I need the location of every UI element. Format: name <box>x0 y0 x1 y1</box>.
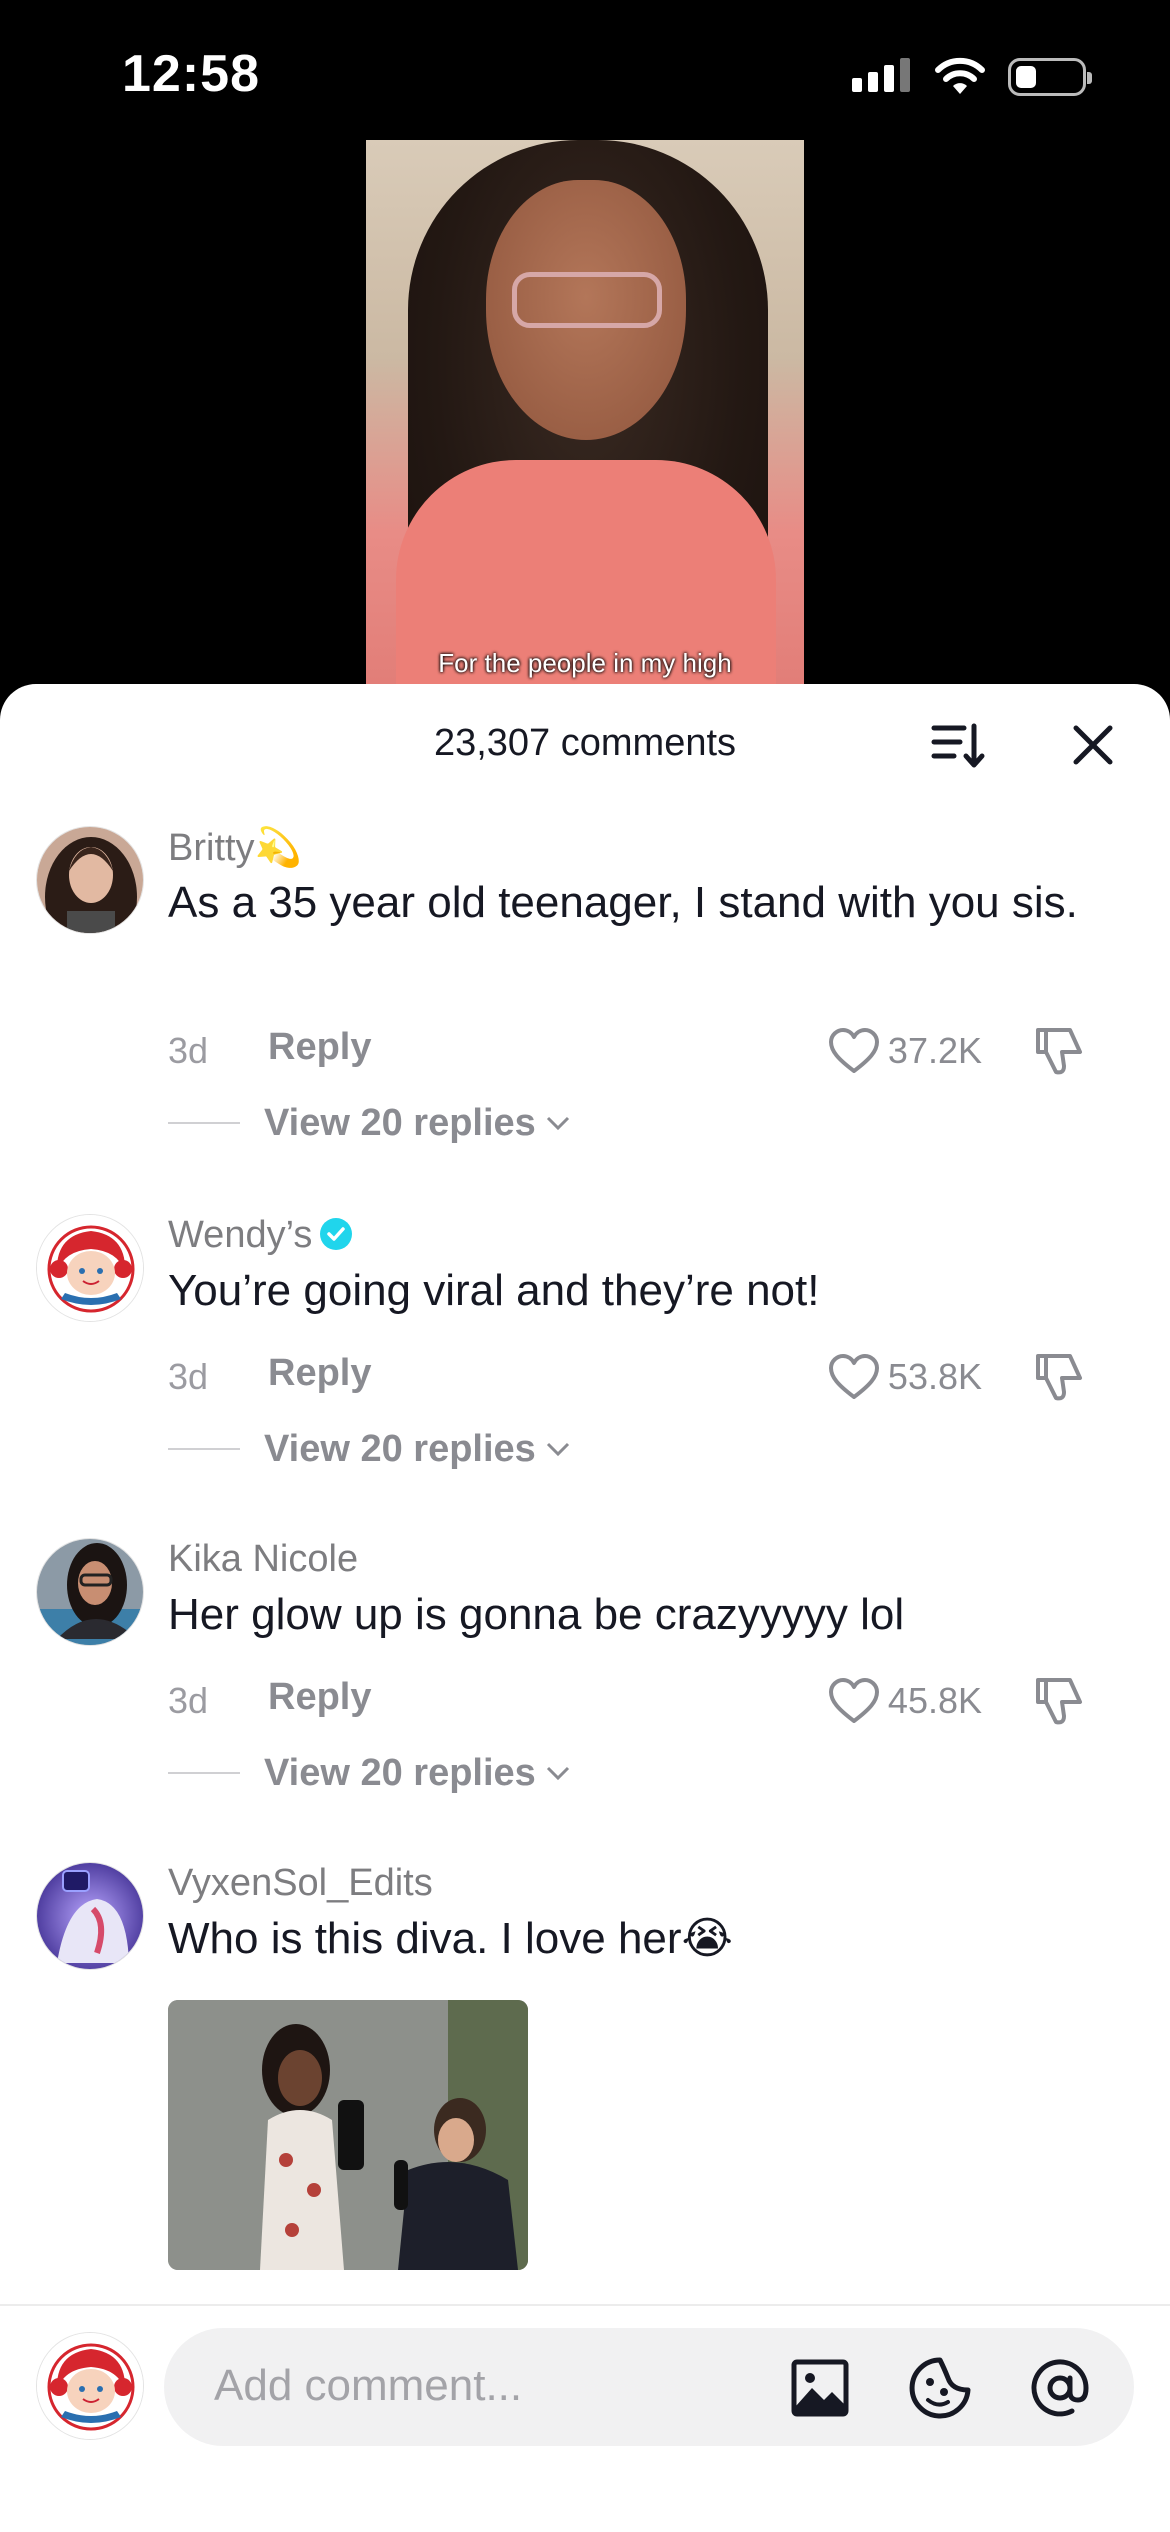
reply-button[interactable]: Reply <box>268 1352 371 1395</box>
battery-icon <box>1008 58 1092 96</box>
avatar[interactable] <box>36 826 144 934</box>
like-count: 45.8K <box>887 1680 982 1721</box>
chevron-down-icon <box>546 1766 569 1781</box>
view-replies-button[interactable]: View 20 replies <box>168 1098 572 1148</box>
close-icon[interactable] <box>1068 720 1118 770</box>
dislike-icon[interactable] <box>1032 1022 1088 1078</box>
status-time: 12:58 <box>122 45 260 103</box>
comment-username[interactable]: Britty💫 <box>168 826 302 870</box>
comment-age: 3d <box>168 1680 209 1721</box>
avatar[interactable] <box>36 1538 144 1646</box>
sticker-icon[interactable] <box>908 2356 972 2420</box>
comment-item: Britty💫 As a 35 year old teenager, I sta… <box>0 826 1170 1226</box>
status-bar: 12:58 <box>0 0 1170 140</box>
wendys-logo-icon <box>37 2333 143 2439</box>
wendys-logo-icon <box>37 1215 143 1321</box>
avatar-photo <box>37 1539 143 1645</box>
comments-sheet: 23,307 comments Britty💫 As a 35 year old… <box>0 684 1170 2532</box>
dislike-icon[interactable] <box>1032 1672 1088 1728</box>
chevron-down-icon <box>546 1442 569 1457</box>
image-icon[interactable] <box>788 2356 852 2420</box>
comment-item: Kika Nicole Her glow up is gonna be craz… <box>0 1538 1170 1838</box>
comments-count: 23,307 comments <box>433 722 737 764</box>
view-replies-button[interactable]: View 20 replies <box>168 1424 572 1474</box>
video-frame-detail <box>512 272 662 328</box>
view-replies-label: View 20 replies <box>264 1751 536 1794</box>
comments-header: 23,307 comments <box>0 684 1170 804</box>
view-replies-label: View 20 replies <box>264 1101 536 1144</box>
comment-item: VyxenSol_Edits Who is this diva. I love … <box>0 1862 1170 2322</box>
comment-text: Her glow up is gonna be crazyyyyy lol <box>168 1590 905 1639</box>
like-button[interactable]: 53.8K <box>828 1352 982 1402</box>
avatar[interactable] <box>36 1862 144 1970</box>
view-replies-button[interactable]: View 20 replies <box>168 1748 572 1798</box>
avatar-photo <box>37 827 143 933</box>
like-button[interactable]: 37.2K <box>828 1026 982 1076</box>
reply-button[interactable]: Reply <box>268 1676 371 1719</box>
comment-text: Who is this diva. I love her😭 <box>168 1914 733 1963</box>
chevron-down-icon <box>546 1116 569 1131</box>
comment-composer <box>0 2304 1170 2532</box>
like-count: 53.8K <box>887 1356 982 1397</box>
comment-age: 3d <box>168 1356 209 1397</box>
comment-age: 3d <box>168 1030 209 1071</box>
heart-icon <box>828 1678 879 1723</box>
comment-actions: 3d Reply 37.2K <box>168 1020 1128 1080</box>
reply-button[interactable]: Reply <box>268 1026 371 1069</box>
comment-gif-image[interactable] <box>168 2000 528 2270</box>
current-user-avatar[interactable] <box>36 2332 144 2440</box>
avatar[interactable] <box>36 1214 144 1322</box>
video-player[interactable]: For the people in my high <box>366 140 804 685</box>
view-replies-label: View 20 replies <box>264 1427 536 1470</box>
sort-icon[interactable] <box>930 720 986 770</box>
comment-item: Wendy’s You’re going viral and they’re n… <box>0 1214 1170 1514</box>
heart-icon <box>828 1028 879 1073</box>
comment-username[interactable]: Kika Nicole <box>168 1538 358 1581</box>
comment-username[interactable]: Wendy’s <box>168 1214 353 1257</box>
video-caption: For the people in my high <box>438 648 732 678</box>
comment-actions: 3d Reply 53.8K <box>168 1346 1128 1406</box>
add-comment-input[interactable] <box>214 2354 774 2418</box>
comment-text: You’re going viral and they’re not! <box>168 1266 820 1315</box>
like-button[interactable]: 45.8K <box>828 1676 982 1726</box>
verified-badge-icon <box>320 1217 353 1250</box>
avatar-photo <box>37 1863 143 1969</box>
comment-text: As a 35 year old teenager, I stand with … <box>168 878 1078 927</box>
mention-icon[interactable] <box>1028 2356 1092 2420</box>
wifi-icon <box>935 57 985 94</box>
comment-username[interactable]: VyxenSol_Edits <box>168 1862 433 1905</box>
comment-input-box <box>164 2328 1134 2446</box>
like-count: 37.2K <box>887 1030 982 1071</box>
cellular-signal-icon <box>852 58 910 92</box>
dislike-icon[interactable] <box>1032 1348 1088 1404</box>
heart-icon <box>828 1354 879 1399</box>
comment-actions: 3d Reply 45.8K <box>168 1670 1128 1730</box>
